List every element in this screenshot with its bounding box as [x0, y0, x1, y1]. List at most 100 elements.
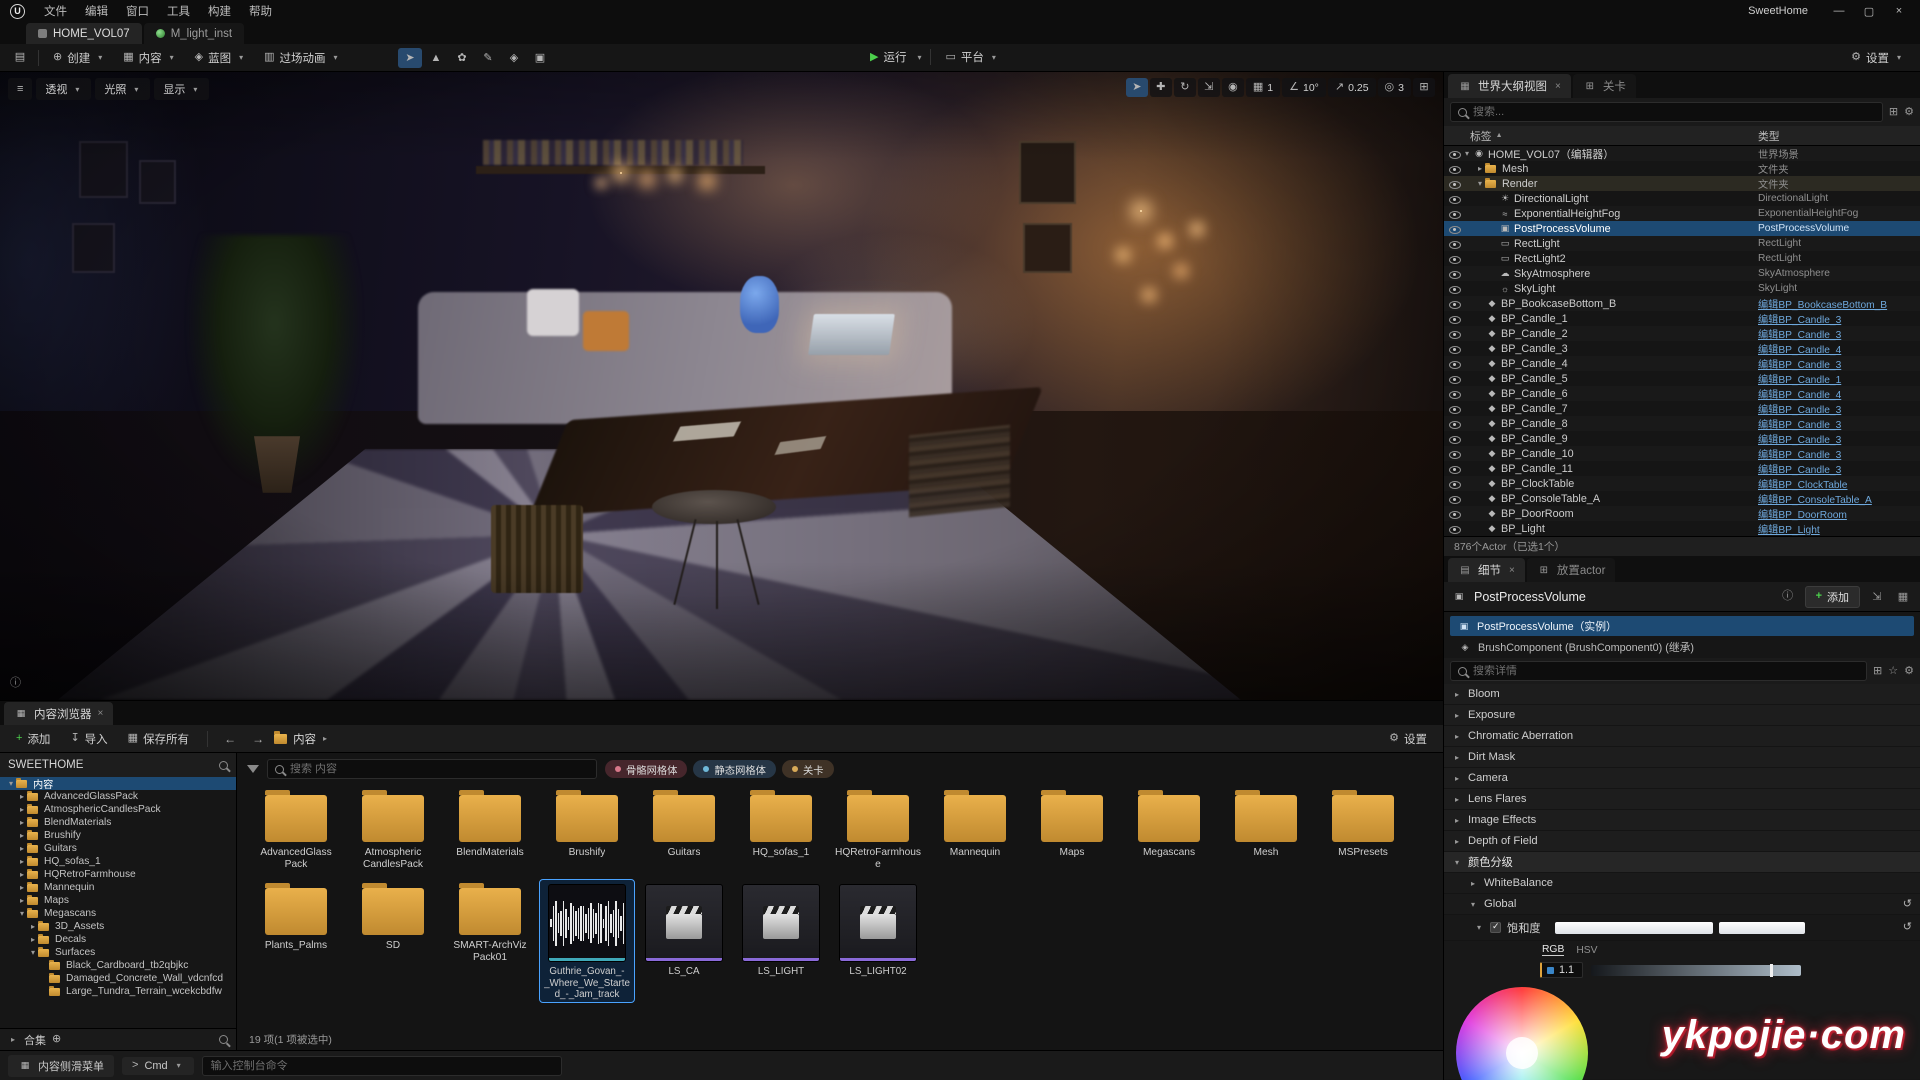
save-icon[interactable]: [15, 52, 25, 63]
visibility-eye-icon[interactable]: [1447, 417, 1462, 431]
transform-rotate-button[interactable]: [1174, 78, 1196, 97]
outliner-row[interactable]: ▾Render文件夹: [1444, 176, 1920, 191]
visibility-eye-icon[interactable]: [1447, 492, 1462, 506]
outliner-row[interactable]: ◆BP_Candle_3编辑BP_Candle_4: [1444, 341, 1920, 356]
expand-caret[interactable]: ▸: [28, 935, 38, 944]
toolbar-button-过场动画[interactable]: 过场动画▾: [256, 47, 348, 69]
actor-type[interactable]: 编辑BP_Candle_3: [1758, 431, 1920, 446]
expand-caret[interactable]: ▾: [1468, 900, 1478, 909]
actor-type[interactable]: 编辑BP_ConsoleTable_A: [1758, 491, 1920, 506]
doc-tab-HOME_VOL07[interactable]: HOME_VOL07: [26, 23, 142, 44]
visibility-eye-icon[interactable]: [1447, 507, 1462, 521]
tab-place-actors[interactable]: ⊞ 放置actor: [1527, 558, 1616, 582]
outliner-row[interactable]: ◆BP_BookcaseBottom_B编辑BP_BookcaseBottom_…: [1444, 296, 1920, 311]
transform-move-button[interactable]: [1150, 78, 1172, 97]
menu-编辑[interactable]: 编辑: [76, 0, 117, 22]
close-button[interactable]: ×: [1884, 1, 1914, 21]
value-slider[interactable]: [1591, 965, 1801, 976]
folder-tile[interactable]: HQRetroFarmhouse: [831, 787, 925, 872]
folder-tile[interactable]: Atmospheric CandlesPack: [346, 787, 440, 872]
tab-world-outliner[interactable]: ▦ 世界大纲视图 ×: [1448, 74, 1571, 98]
outliner-row[interactable]: ◆BP_Candle_11编辑BP_Candle_3: [1444, 461, 1920, 476]
details-settings-icon[interactable]: [1904, 666, 1914, 677]
categories-icon[interactable]: [1873, 666, 1882, 677]
instance-row[interactable]: ▣ PostProcessVolume（实例）: [1450, 616, 1914, 636]
visibility-eye-icon[interactable]: [1447, 312, 1462, 326]
visibility-eye-icon[interactable]: [1447, 462, 1462, 476]
cb-save-all-button[interactable]: 保存所有: [120, 728, 197, 750]
column-type[interactable]: 类型: [1758, 128, 1920, 144]
transform-select-button[interactable]: [1126, 78, 1148, 97]
hsv-tab[interactable]: HSV: [1576, 945, 1597, 956]
outliner-search-box[interactable]: [1450, 102, 1883, 122]
outliner-row[interactable]: ▾◉HOME_VOL07（编辑器）世界场景: [1444, 146, 1920, 161]
play-button[interactable]: 运行: [862, 46, 914, 68]
outliner-row[interactable]: ▣PostProcessVolumePostProcessVolume: [1444, 221, 1920, 236]
expand-caret[interactable]: ▸: [1452, 795, 1462, 804]
snap-scl-control[interactable]: 0.25: [1328, 78, 1376, 97]
expand-caret[interactable]: ▸: [1452, 732, 1462, 741]
menu-窗口[interactable]: 窗口: [117, 0, 158, 22]
outliner-row[interactable]: ◆BP_Candle_6编辑BP_Candle_4: [1444, 386, 1920, 401]
asset-tile[interactable]: LS_CA: [637, 880, 731, 979]
folder-tile[interactable]: Maps: [1025, 787, 1119, 861]
snap-cam-control[interactable]: 3: [1378, 78, 1411, 97]
cb-tree-item[interactable]: ▸Maps: [0, 894, 236, 907]
actor-type[interactable]: 编辑BP_Candle_3: [1758, 356, 1920, 371]
outliner-row[interactable]: ◆BP_Candle_1编辑BP_Candle_3: [1444, 311, 1920, 326]
mode-select-button[interactable]: [398, 48, 422, 68]
visibility-eye-icon[interactable]: [1447, 147, 1462, 161]
actor-type[interactable]: 编辑BP_DoorRoom: [1758, 506, 1920, 521]
viewport-options-button[interactable]: [8, 78, 32, 100]
outliner-row[interactable]: ▭RectLight2RectLight: [1444, 251, 1920, 266]
visibility-eye-icon[interactable]: [1447, 477, 1462, 491]
visibility-eye-icon[interactable]: [1447, 177, 1462, 191]
visibility-eye-icon[interactable]: [1447, 327, 1462, 341]
outliner-row[interactable]: ☼SkyLightSkyLight: [1444, 281, 1920, 296]
expand-caret[interactable]: ▾: [17, 909, 27, 918]
cb-import-button[interactable]: 导入: [62, 728, 115, 750]
search-icon[interactable]: [219, 1035, 228, 1044]
visibility-eye-icon[interactable]: [1447, 357, 1462, 371]
reset-icon[interactable]: [1903, 899, 1912, 910]
close-tab-icon[interactable]: ×: [98, 708, 104, 719]
add-collection-icon[interactable]: [52, 1034, 61, 1045]
toolbar-button-创建[interactable]: 创建▾: [45, 47, 113, 69]
folder-tile[interactable]: Megascans: [1122, 787, 1216, 861]
section-Lens Flares[interactable]: ▸Lens Flares: [1444, 789, 1920, 810]
cb-tree-item[interactable]: ▸Mannequin: [0, 881, 236, 894]
maximize-button[interactable]: ▢: [1854, 1, 1884, 21]
show-dropdown[interactable]: 显示▾: [154, 78, 209, 100]
menu-文件[interactable]: 文件: [35, 0, 76, 22]
actor-type[interactable]: 编辑BP_Candle_3: [1758, 446, 1920, 461]
content-drawer-button[interactable]: ▦ 内容侧滑菜单: [8, 1055, 114, 1077]
mode-fracture-button[interactable]: [502, 48, 526, 68]
actor-type[interactable]: 编辑BP_Light: [1758, 521, 1920, 536]
breadcrumb[interactable]: 内容: [293, 731, 316, 747]
visibility-eye-icon[interactable]: [1447, 402, 1462, 416]
expand-caret[interactable]: ▾: [1474, 923, 1484, 932]
expand-caret[interactable]: ▾: [1462, 149, 1472, 158]
visibility-eye-icon[interactable]: [1447, 282, 1462, 296]
expand-caret[interactable]: ▸: [17, 844, 27, 853]
details-search-input[interactable]: [1473, 665, 1859, 677]
cb-tree-item[interactable]: Large_Tundra_Terrain_wcekcbdfw: [0, 985, 236, 998]
actor-type[interactable]: 编辑BP_Candle_3: [1758, 326, 1920, 341]
menu-帮助[interactable]: 帮助: [240, 0, 281, 22]
cb-settings-button[interactable]: 设置: [1381, 728, 1435, 750]
actor-type[interactable]: 编辑BP_ClockTable: [1758, 476, 1920, 491]
expand-caret[interactable]: ▸: [17, 792, 27, 801]
section-Camera[interactable]: ▸Camera: [1444, 768, 1920, 789]
expand-caret[interactable]: ▾: [1475, 179, 1485, 188]
outliner-search-input[interactable]: [1473, 106, 1875, 118]
platforms-button[interactable]: 平台 ▾: [937, 46, 1006, 68]
expand-caret[interactable]: ▸: [17, 818, 27, 827]
outliner-row[interactable]: ≈ExponentialHeightFogExponentialHeightFo…: [1444, 206, 1920, 221]
viewport-info-icon[interactable]: ⓘ: [10, 674, 21, 690]
mode-paint-button[interactable]: [476, 48, 500, 68]
tab-levels[interactable]: ⊞ 关卡: [1573, 74, 1636, 98]
outliner-row[interactable]: ◆BP_Candle_10编辑BP_Candle_3: [1444, 446, 1920, 461]
folder-tile[interactable]: Mannequin: [928, 787, 1022, 861]
actor-type[interactable]: 编辑BP_Candle_4: [1758, 386, 1920, 401]
actor-type[interactable]: 编辑BP_BookcaseBottom_B: [1758, 296, 1920, 311]
